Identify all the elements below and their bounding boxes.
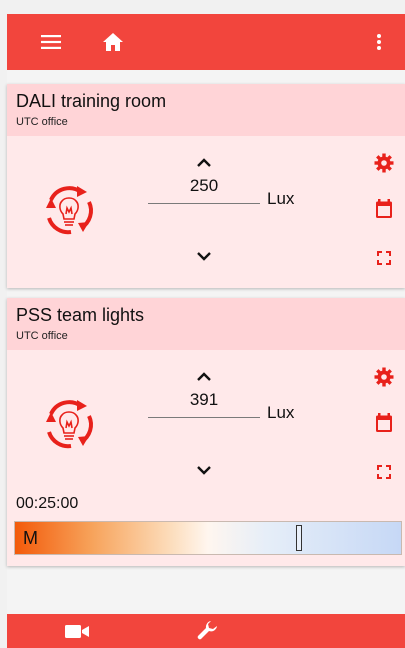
increase-chevron-up[interactable] — [194, 156, 214, 170]
value-underline — [148, 203, 260, 204]
bottom-nav-bar — [7, 614, 405, 648]
illuminance-unit: Lux — [267, 403, 295, 422]
card-subtitle: UTC office — [16, 116, 68, 128]
light-bulb-cycle-icon[interactable] — [37, 392, 101, 456]
slider-mode-label: M — [23, 528, 38, 548]
calendar-icon[interactable] — [373, 198, 395, 220]
card-subtitle: UTC office — [16, 330, 68, 342]
calendar-icon[interactable] — [373, 412, 395, 434]
video-camera-icon[interactable] — [62, 614, 92, 648]
card-header: DALI training room UTC office — [7, 84, 405, 136]
home-icon[interactable] — [95, 14, 131, 70]
illuminance-value[interactable]: 250 — [148, 176, 260, 196]
slider-thumb[interactable] — [296, 525, 302, 551]
illuminance-value[interactable]: 391 — [148, 390, 260, 410]
decrease-chevron-down[interactable] — [194, 249, 214, 263]
illuminance-unit: Lux — [267, 189, 295, 208]
timer-readout: 00:25:00 — [16, 495, 79, 512]
card-title: DALI training room — [16, 91, 167, 111]
color-temperature-slider[interactable]: M — [14, 521, 402, 555]
fullscreen-icon[interactable] — [373, 461, 395, 483]
card-title: PSS team lights — [16, 305, 145, 325]
top-app-bar — [7, 14, 405, 70]
increase-chevron-up[interactable] — [194, 370, 214, 384]
card-header: PSS team lights UTC office — [7, 298, 405, 350]
value-underline — [148, 417, 260, 418]
light-bulb-cycle-icon[interactable] — [37, 178, 101, 242]
menu-icon[interactable] — [33, 14, 69, 70]
settings-gear-icon[interactable] — [373, 366, 395, 388]
settings-gear-icon[interactable] — [373, 152, 395, 174]
more-vert-icon[interactable] — [365, 14, 393, 70]
main-content: DALI training room UTC office 250 Lux PS… — [7, 70, 405, 614]
light-card-dali-training-room: DALI training room UTC office 250 Lux — [7, 84, 405, 288]
fullscreen-icon[interactable] — [373, 247, 395, 269]
decrease-chevron-down[interactable] — [194, 463, 214, 477]
wrench-icon[interactable] — [192, 614, 222, 648]
light-card-pss-team-lights: PSS team lights UTC office 391 Lux 00:25… — [7, 298, 405, 566]
